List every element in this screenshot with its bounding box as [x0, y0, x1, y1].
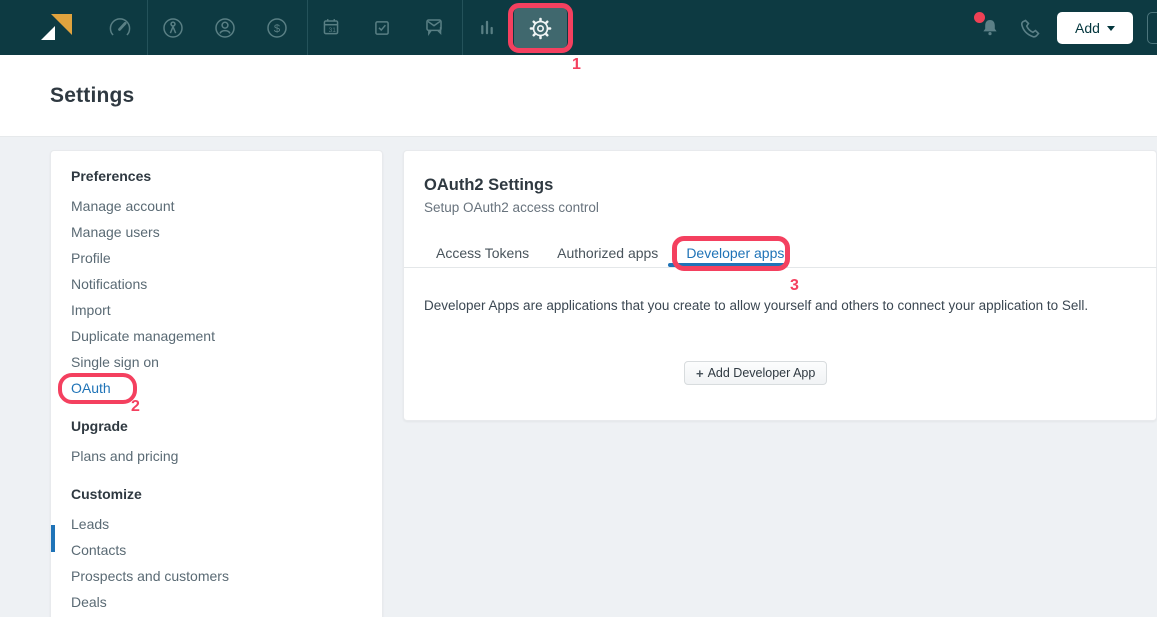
sidebar-item-duplicate-management[interactable]: Duplicate management: [51, 323, 382, 349]
svg-text:31: 31: [329, 27, 337, 34]
annotation-label-1: 1: [572, 56, 581, 74]
deals-icon[interactable]: $: [257, 8, 297, 48]
annotation-label-2: 2: [131, 398, 140, 416]
nav-divider: [462, 0, 463, 55]
developer-apps-description: Developer Apps are applications that you…: [424, 298, 1088, 313]
top-navigation-bar: $ 31: [0, 0, 1157, 55]
oauth2-settings-panel: OAuth2 Settings Setup OAuth2 access cont…: [403, 150, 1157, 421]
active-item-indicator: [51, 525, 55, 552]
page-title: Settings: [50, 84, 134, 108]
panel-subtitle: Setup OAuth2 access control: [424, 200, 599, 215]
sidebar-item-single-sign-on[interactable]: Single sign on: [51, 349, 382, 375]
sidebar-item-prospects-and-customers[interactable]: Prospects and customers: [51, 563, 382, 589]
add-developer-app-button[interactable]: + Add Developer App: [684, 361, 827, 385]
settings-icon[interactable]: [514, 7, 567, 49]
leads-icon[interactable]: [153, 8, 193, 48]
sidebar-item-leads[interactable]: Leads: [51, 511, 382, 537]
sidebar-section-upgrade: Upgrade: [51, 413, 382, 439]
sidebar-item-manage-users[interactable]: Manage users: [51, 219, 382, 245]
sell-logo[interactable]: [38, 12, 74, 43]
nav-divider: [147, 0, 148, 55]
notification-badge: [974, 12, 985, 23]
tasks-icon[interactable]: [362, 8, 402, 48]
nav-divider: [307, 0, 308, 55]
phone-icon[interactable]: [1010, 8, 1050, 48]
add-button-label: Add: [1075, 20, 1100, 36]
sidebar-item-deals[interactable]: Deals: [51, 589, 382, 615]
sidebar-item-notifications[interactable]: Notifications: [51, 271, 382, 297]
add-developer-app-label: Add Developer App: [708, 366, 816, 380]
tabs-divider: [404, 267, 1157, 268]
oauth-tabs: Access Tokens Authorized apps Developer …: [436, 239, 784, 267]
tab-authorized-apps[interactable]: Authorized apps: [557, 245, 658, 261]
contacts-icon[interactable]: [205, 8, 245, 48]
sidebar-item-contacts[interactable]: Contacts: [51, 537, 382, 563]
sidebar-section-customize: Customize: [51, 481, 382, 507]
panel-title: OAuth2 Settings: [424, 176, 553, 195]
sidebar-item-manage-account[interactable]: Manage account: [51, 193, 382, 219]
communications-icon[interactable]: [414, 8, 454, 48]
plus-icon: +: [696, 366, 704, 381]
add-button[interactable]: Add: [1057, 12, 1133, 44]
chevron-down-icon: [1107, 26, 1115, 31]
tab-access-tokens[interactable]: Access Tokens: [436, 245, 529, 261]
annotation-label-3: 3: [790, 277, 799, 295]
svg-text:$: $: [274, 23, 281, 35]
notifications-bell-icon[interactable]: [970, 8, 1010, 48]
sidebar-item-oauth[interactable]: OAuth: [51, 375, 382, 401]
partial-right-button[interactable]: S: [1147, 12, 1157, 44]
dashboard-icon[interactable]: [100, 8, 140, 48]
sidebar-item-plans-and-pricing[interactable]: Plans and pricing: [51, 443, 382, 469]
calendar-icon[interactable]: 31: [311, 8, 351, 48]
reports-icon[interactable]: [467, 8, 507, 48]
settings-sidebar: Preferences Manage account Manage users …: [50, 150, 383, 617]
sidebar-item-profile[interactable]: Profile: [51, 245, 382, 271]
tab-developer-apps[interactable]: Developer apps: [686, 245, 784, 261]
sidebar-section-preferences: Preferences: [51, 163, 382, 189]
sidebar-item-import[interactable]: Import: [51, 297, 382, 323]
